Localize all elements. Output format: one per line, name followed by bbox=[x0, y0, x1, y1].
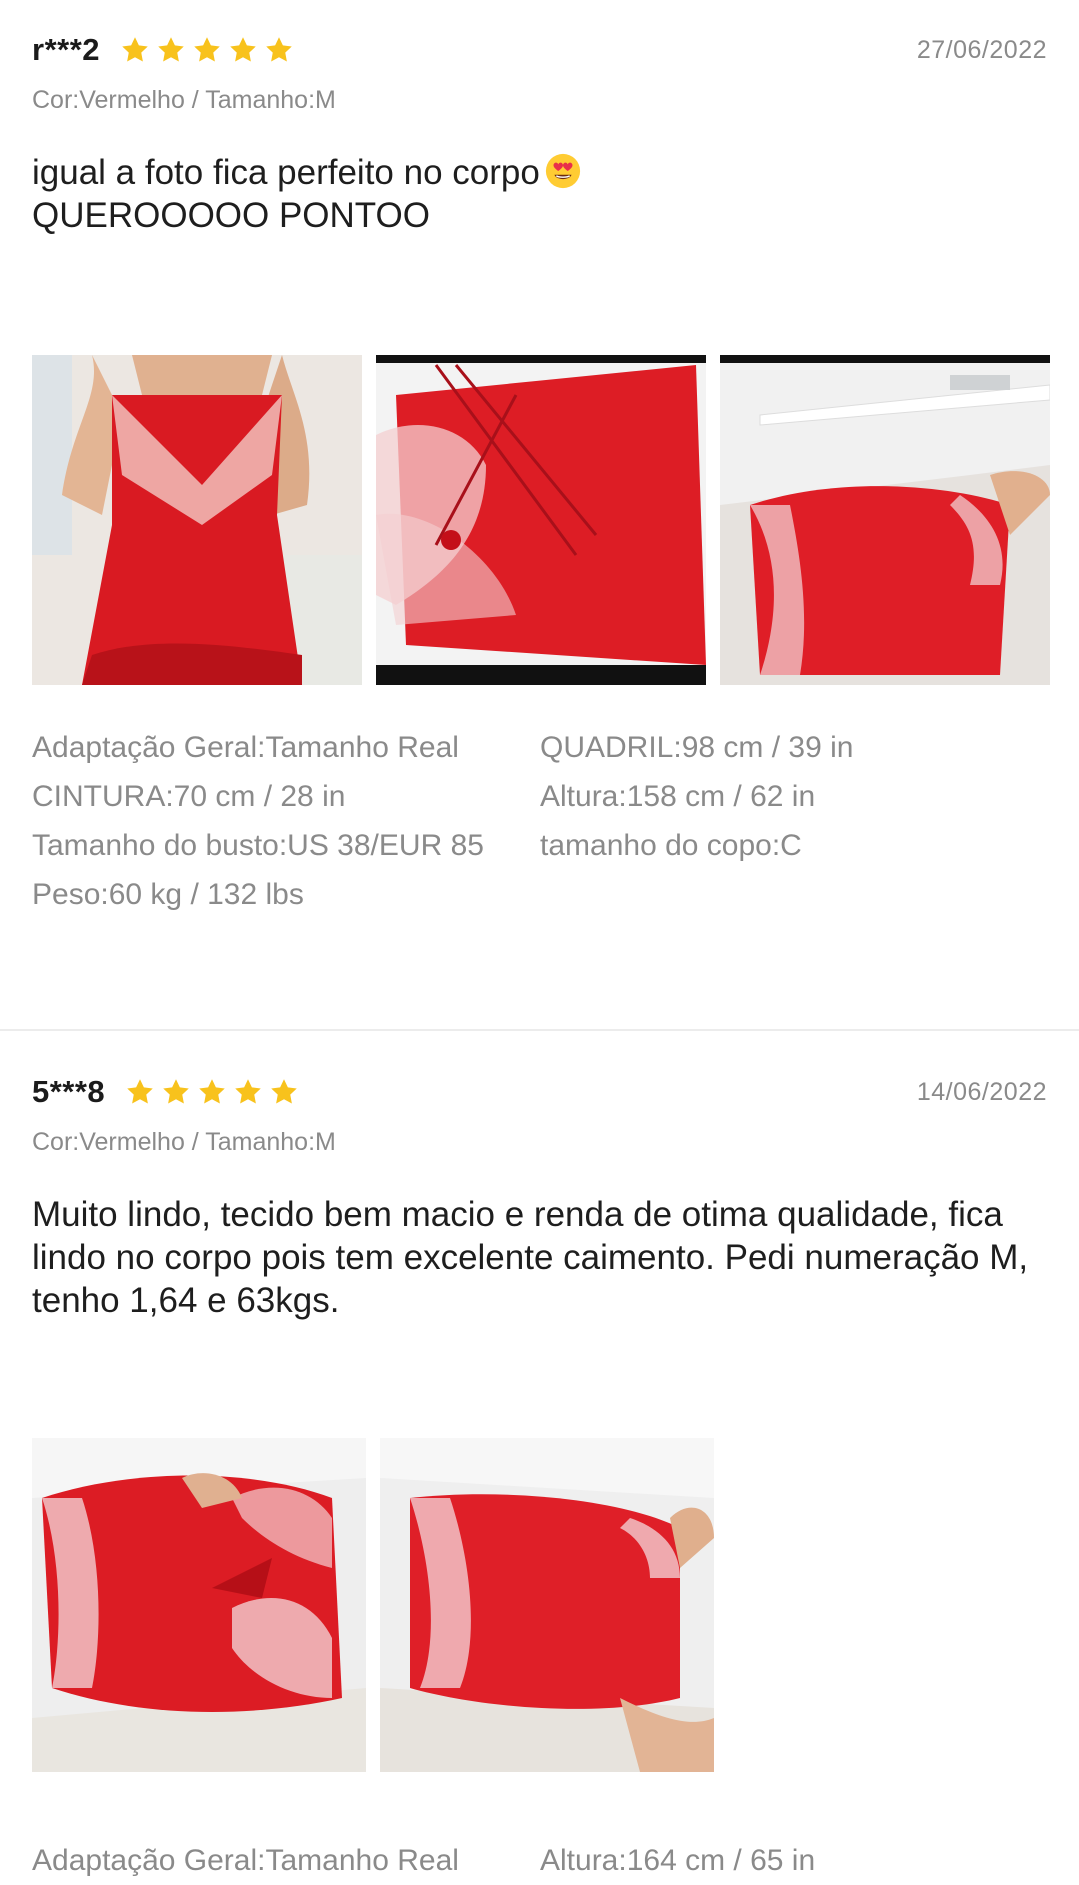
review-comment: igual a foto fica perfeito no corpo QUERO… bbox=[32, 151, 1039, 237]
star-icon bbox=[125, 1077, 155, 1107]
review-photo[interactable] bbox=[32, 355, 362, 685]
reviewer-username: r***2 bbox=[32, 32, 100, 67]
comment-text: QUEROOOOO PONTOO bbox=[32, 196, 431, 235]
spec-weight: Peso:60 kg / 132 lbs bbox=[32, 878, 304, 911]
review-date: 27/06/2022 bbox=[916, 35, 1047, 64]
review-photo[interactable] bbox=[376, 355, 706, 685]
star-rating bbox=[125, 1077, 299, 1107]
star-icon bbox=[269, 1077, 299, 1107]
spec-cup: tamanho do copo:C bbox=[540, 829, 802, 862]
spec-fit: Adaptação Geral:Tamanho Real bbox=[32, 1844, 459, 1877]
spec-bust: Tamanho do busto:US 38/EUR 85 bbox=[32, 829, 484, 862]
review-photo[interactable] bbox=[720, 355, 1050, 685]
review-header: 5***8 14/06/2022 bbox=[32, 1070, 1047, 1114]
star-icon bbox=[228, 35, 258, 65]
review-photos bbox=[32, 1438, 714, 1772]
spec-fit: Adaptação Geral:Tamanho Real bbox=[32, 731, 459, 764]
specs-left-column: Adaptação Geral:Tamanho Real bbox=[32, 1836, 540, 1885]
review-photos bbox=[32, 355, 1050, 685]
review-date: 14/06/2022 bbox=[916, 1077, 1047, 1106]
review-comment: Muito lindo, tecido bem macio e renda de… bbox=[32, 1195, 1029, 1320]
review-card: 5***8 14/06/2022 Cor:Vermelho / Tamanho:… bbox=[0, 1031, 1079, 1877]
specs-left-column: Adaptação Geral:Tamanho Real CINTURA:70 … bbox=[32, 723, 540, 919]
review-card: r***2 27/06/2022 Cor:Vermelho / Tamanho:… bbox=[0, 0, 1079, 1030]
star-icon bbox=[156, 35, 186, 65]
star-rating bbox=[120, 35, 294, 65]
star-icon bbox=[264, 35, 294, 65]
spec-height: Altura:158 cm / 62 in bbox=[540, 780, 816, 813]
variant-info: Cor:Vermelho / Tamanho:M bbox=[32, 86, 336, 114]
variant-info: Cor:Vermelho / Tamanho:M bbox=[32, 1128, 336, 1156]
specs-right-column: Altura:164 cm / 65 in bbox=[540, 1836, 1020, 1885]
star-icon bbox=[161, 1077, 191, 1107]
star-icon bbox=[192, 35, 222, 65]
comment-text: igual a foto fica perfeito no corpo bbox=[32, 153, 540, 192]
size-specs: Adaptação Geral:Tamanho Real CINTURA:70 … bbox=[32, 723, 1020, 919]
heart-eyes-emoji-icon bbox=[544, 152, 582, 190]
spec-waist: CINTURA:70 cm / 28 in bbox=[32, 780, 346, 813]
star-icon bbox=[233, 1077, 263, 1107]
size-specs: Adaptação Geral:Tamanho Real Altura:164 … bbox=[32, 1836, 1020, 1885]
reviewer-username: 5***8 bbox=[32, 1074, 106, 1109]
star-icon bbox=[197, 1077, 227, 1107]
review-photo[interactable] bbox=[380, 1438, 714, 1772]
specs-right-column: QUADRIL:98 cm / 39 in Altura:158 cm / 62… bbox=[540, 723, 1020, 919]
review-photo[interactable] bbox=[32, 1438, 366, 1772]
spec-height: Altura:164 cm / 65 in bbox=[540, 1844, 816, 1877]
star-icon bbox=[120, 35, 150, 65]
review-header: r***2 27/06/2022 bbox=[32, 28, 1047, 72]
spec-hip: QUADRIL:98 cm / 39 in bbox=[540, 731, 854, 764]
